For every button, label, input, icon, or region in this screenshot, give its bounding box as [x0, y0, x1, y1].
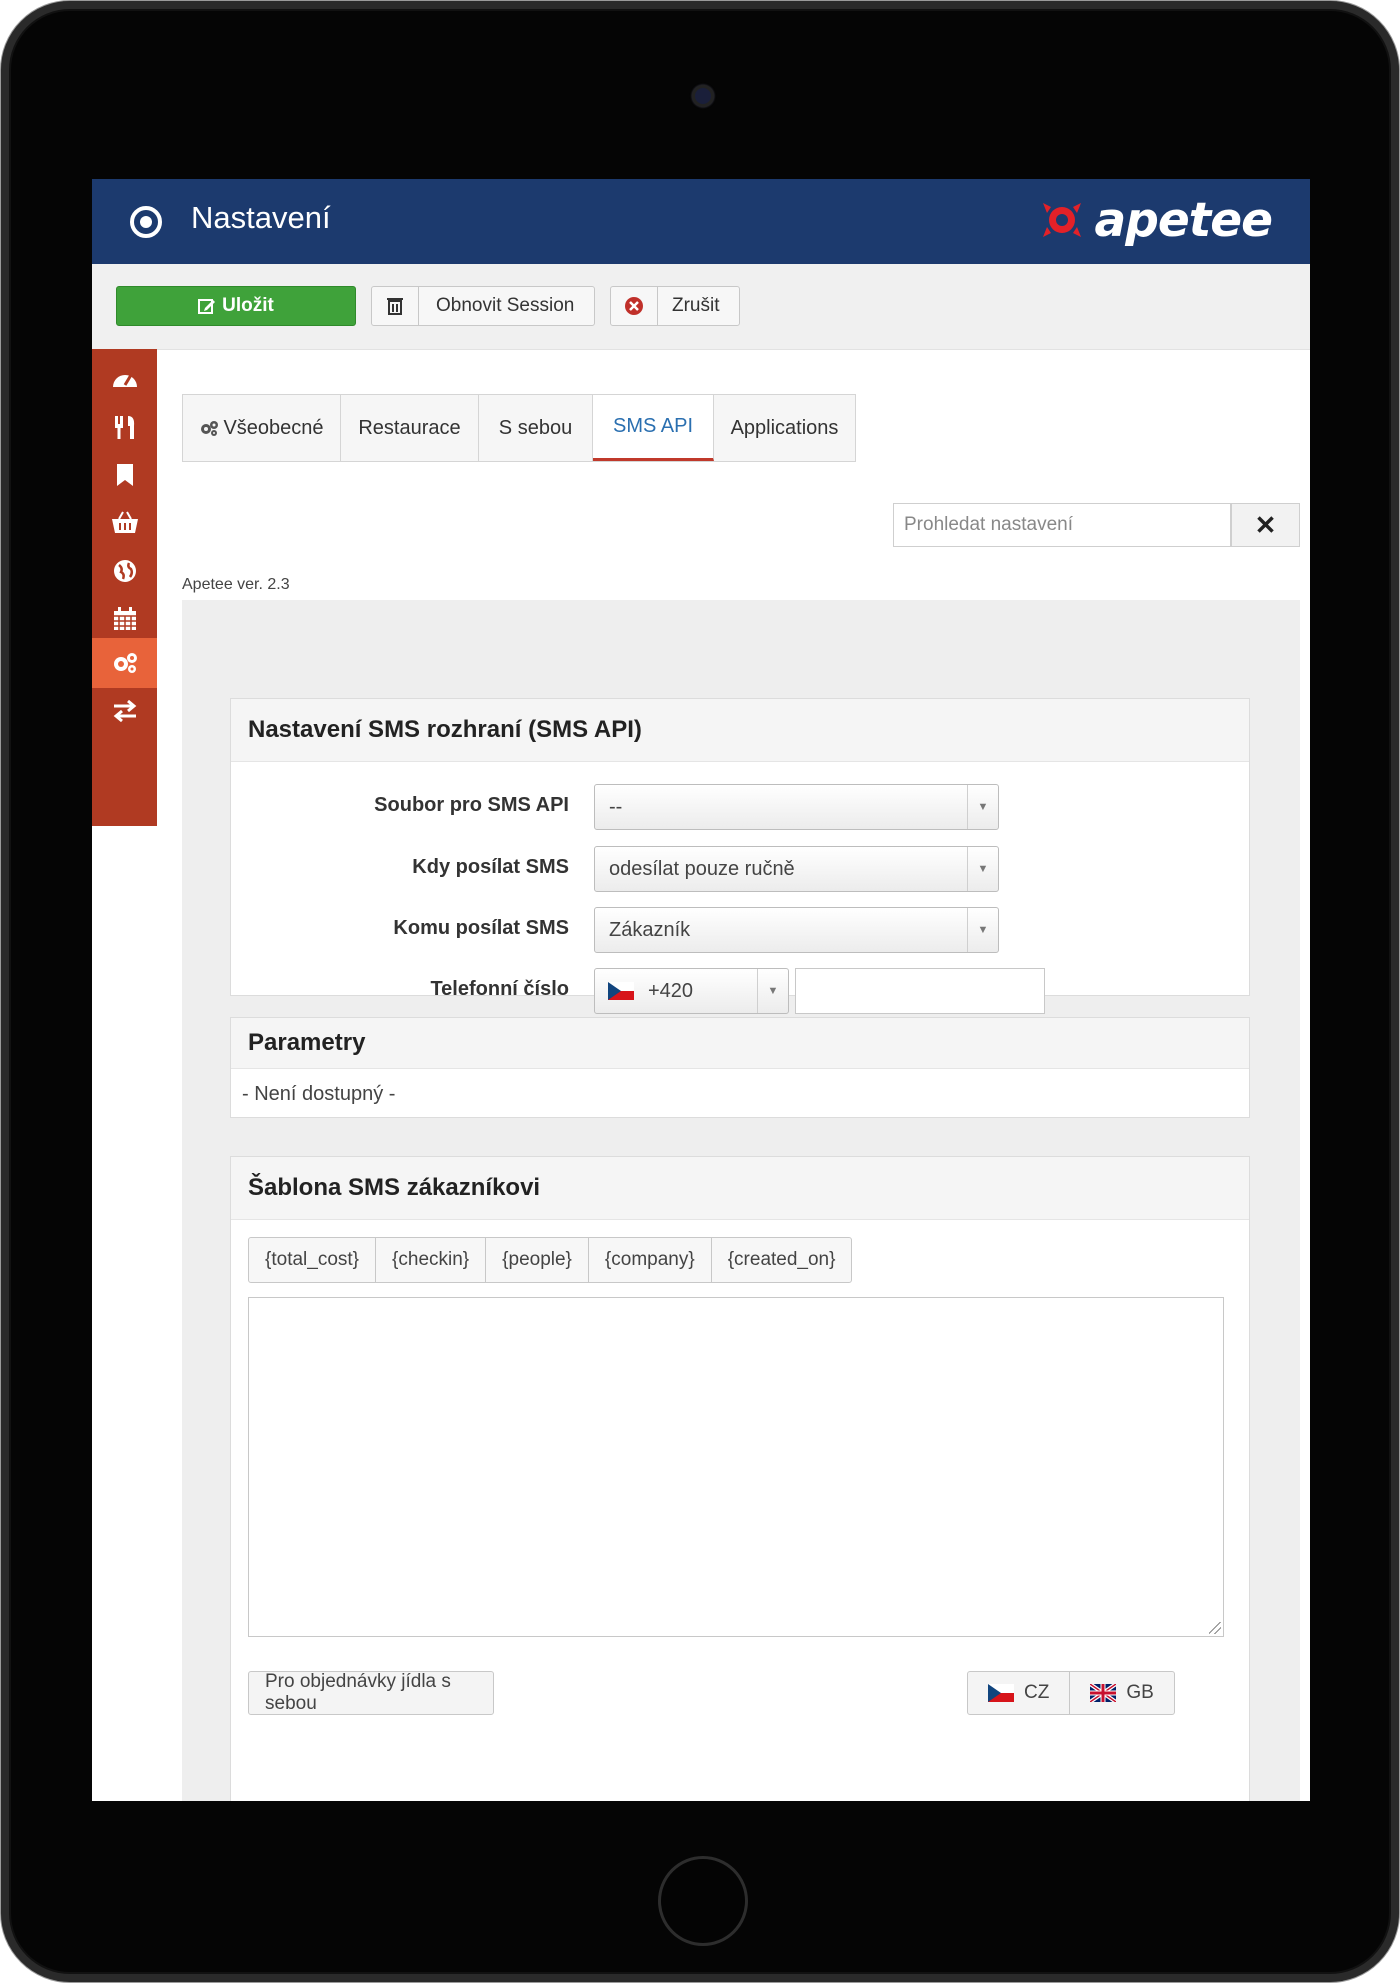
home-button[interactable]: [658, 1856, 748, 1946]
language-cz-button[interactable]: CZ: [968, 1672, 1071, 1714]
gears-icon: [201, 421, 219, 436]
language-label: CZ: [1024, 1682, 1050, 1703]
when-send-select[interactable]: odesílat pouze ručně ▼: [594, 846, 999, 892]
uk-flag-icon: [1090, 1684, 1117, 1702]
tab-label: Applications: [730, 416, 839, 439]
tab-takeaway[interactable]: S sebou: [479, 395, 593, 461]
resize-handle-icon[interactable]: [1209, 1622, 1221, 1634]
field-label: Kdy posílat SMS: [412, 856, 569, 878]
form-row-sms-file: Soubor pro SMS API -- ▼: [231, 784, 1249, 830]
settings-content: Nastavení SMS rozhraní (SMS API) Soubor …: [182, 600, 1300, 1801]
gears-icon: [113, 653, 137, 673]
bookmark-icon: [116, 464, 133, 486]
tab-label: Restaurace: [358, 416, 461, 439]
select-value: Zákazník: [609, 918, 691, 941]
session-label: Obnovit Session: [436, 295, 575, 316]
utensils-icon: [114, 416, 134, 439]
save-button[interactable]: Uložit: [116, 286, 356, 326]
sidebar: [92, 349, 157, 826]
language-gb-button[interactable]: GB: [1070, 1672, 1173, 1714]
placeholder-checkin[interactable]: {checkin}: [376, 1238, 487, 1282]
sms-template-textarea[interactable]: [248, 1297, 1224, 1637]
apetee-logo: apetee: [1037, 189, 1273, 251]
phone-prefix-select[interactable]: +420 ▼: [594, 968, 789, 1014]
czech-flag-icon: [988, 1684, 1014, 1702]
field-label: Komu posílat SMS: [393, 917, 569, 939]
parameters-panel: Parametry - Není dostupný -: [230, 1017, 1250, 1118]
select-value: --: [609, 795, 623, 818]
cancel-button[interactable]: Zrušit: [610, 286, 740, 326]
form-row-recipient: Komu posílat SMS Zákazník ▼: [231, 907, 1249, 953]
tab-sms-api[interactable]: SMS API: [593, 395, 714, 461]
phone-prefix: +420: [648, 979, 694, 1002]
parameters-note: - Není dostupný -: [242, 1083, 396, 1105]
tab-label: S sebou: [498, 416, 573, 439]
czech-flag-icon: [608, 982, 634, 1000]
sidebar-item-settings[interactable]: [92, 638, 157, 688]
language-label: GB: [1126, 1682, 1154, 1703]
language-switch: CZ GB: [967, 1671, 1175, 1715]
edit-icon: [198, 299, 216, 314]
target-icon: [130, 206, 162, 238]
placeholder-company[interactable]: {company}: [589, 1238, 712, 1282]
panel-title: Parametry: [231, 1018, 1249, 1069]
placeholder-chips: {total_cost} {checkin} {people} {company…: [248, 1237, 853, 1283]
cancel-circle-icon: [611, 287, 658, 325]
field-label: Soubor pro SMS API: [374, 794, 569, 816]
takeaway-label: Pro objednávky jídla s sebou: [265, 1671, 451, 1714]
page-title: Nastavení: [191, 200, 331, 235]
settings-tabs: Všeobecné Restaurace S sebou SMS API App…: [182, 394, 856, 462]
placeholder-people[interactable]: {people}: [486, 1238, 589, 1282]
logo-text: apetee: [1094, 192, 1273, 248]
recipient-select[interactable]: Zákazník ▼: [594, 907, 999, 953]
refresh-session-button[interactable]: Obnovit Session: [371, 286, 595, 326]
sidebar-item-transfer[interactable]: [92, 687, 157, 735]
sms-template-panel: Šablona SMS zákazníkovi {total_cost} {ch…: [230, 1156, 1250, 1801]
phone-number-input[interactable]: [795, 968, 1045, 1014]
select-value: odesílat pouze ručně: [609, 857, 795, 880]
app-screen: Nastavení apetee Uložit Obnovit Session …: [92, 179, 1310, 1801]
panel-title: Šablona SMS zákazníkovi: [231, 1157, 1249, 1220]
placeholder-total-cost[interactable]: {total_cost}: [249, 1238, 377, 1282]
placeholder-created-on[interactable]: {created_on}: [712, 1238, 852, 1282]
logo-mark-icon: [1042, 203, 1081, 237]
sms-file-select[interactable]: -- ▼: [594, 784, 999, 830]
panel-title: Nastavení SMS rozhraní (SMS API): [231, 699, 1249, 762]
takeaway-orders-button[interactable]: Pro objednávky jídla s sebou: [248, 1671, 494, 1715]
version-label: Apetee ver. 2.3: [182, 576, 290, 593]
search-input[interactable]: Prohledat nastavení: [893, 503, 1231, 547]
tablet-frame: Nastavení apetee Uložit Obnovit Session …: [0, 0, 1400, 1983]
search-placeholder: Prohledat nastavení: [904, 514, 1074, 535]
tab-restaurant[interactable]: Restaurace: [341, 395, 479, 461]
trash-icon: [372, 287, 419, 325]
chevron-down-icon: ▼: [967, 908, 998, 952]
field-label: Telefonní číslo: [430, 978, 569, 1000]
sms-settings-panel: Nastavení SMS rozhraní (SMS API) Soubor …: [230, 698, 1250, 1014]
dashboard-icon: [112, 374, 137, 387]
clear-search-button[interactable]: ✕: [1231, 503, 1300, 547]
calendar-icon: [113, 607, 136, 630]
toolbar: Uložit Obnovit Session Zrušit: [92, 264, 1310, 350]
form-row-when-send: Kdy posílat SMS odesílat pouze ručně ▼: [231, 846, 1249, 892]
tab-applications[interactable]: Applications: [714, 395, 855, 461]
form-row-phone: Telefonní číslo +420 ▼: [231, 968, 1249, 1014]
exchange-icon: [113, 700, 136, 722]
tab-general[interactable]: Všeobecné: [183, 395, 341, 461]
chevron-down-icon: ▼: [757, 969, 788, 1013]
close-icon: ✕: [1254, 509, 1277, 540]
tab-label: SMS API: [612, 415, 694, 437]
app-header: Nastavení apetee: [92, 179, 1310, 264]
basket-icon: [111, 511, 138, 533]
tab-label: Všeobecné: [223, 416, 324, 439]
camera: [692, 85, 714, 107]
chevron-down-icon: ▼: [967, 847, 998, 891]
globe-icon: [113, 560, 136, 582]
save-label: Uložit: [222, 295, 274, 316]
chevron-down-icon: ▼: [967, 785, 998, 829]
cancel-label: Zrušit: [672, 295, 720, 316]
